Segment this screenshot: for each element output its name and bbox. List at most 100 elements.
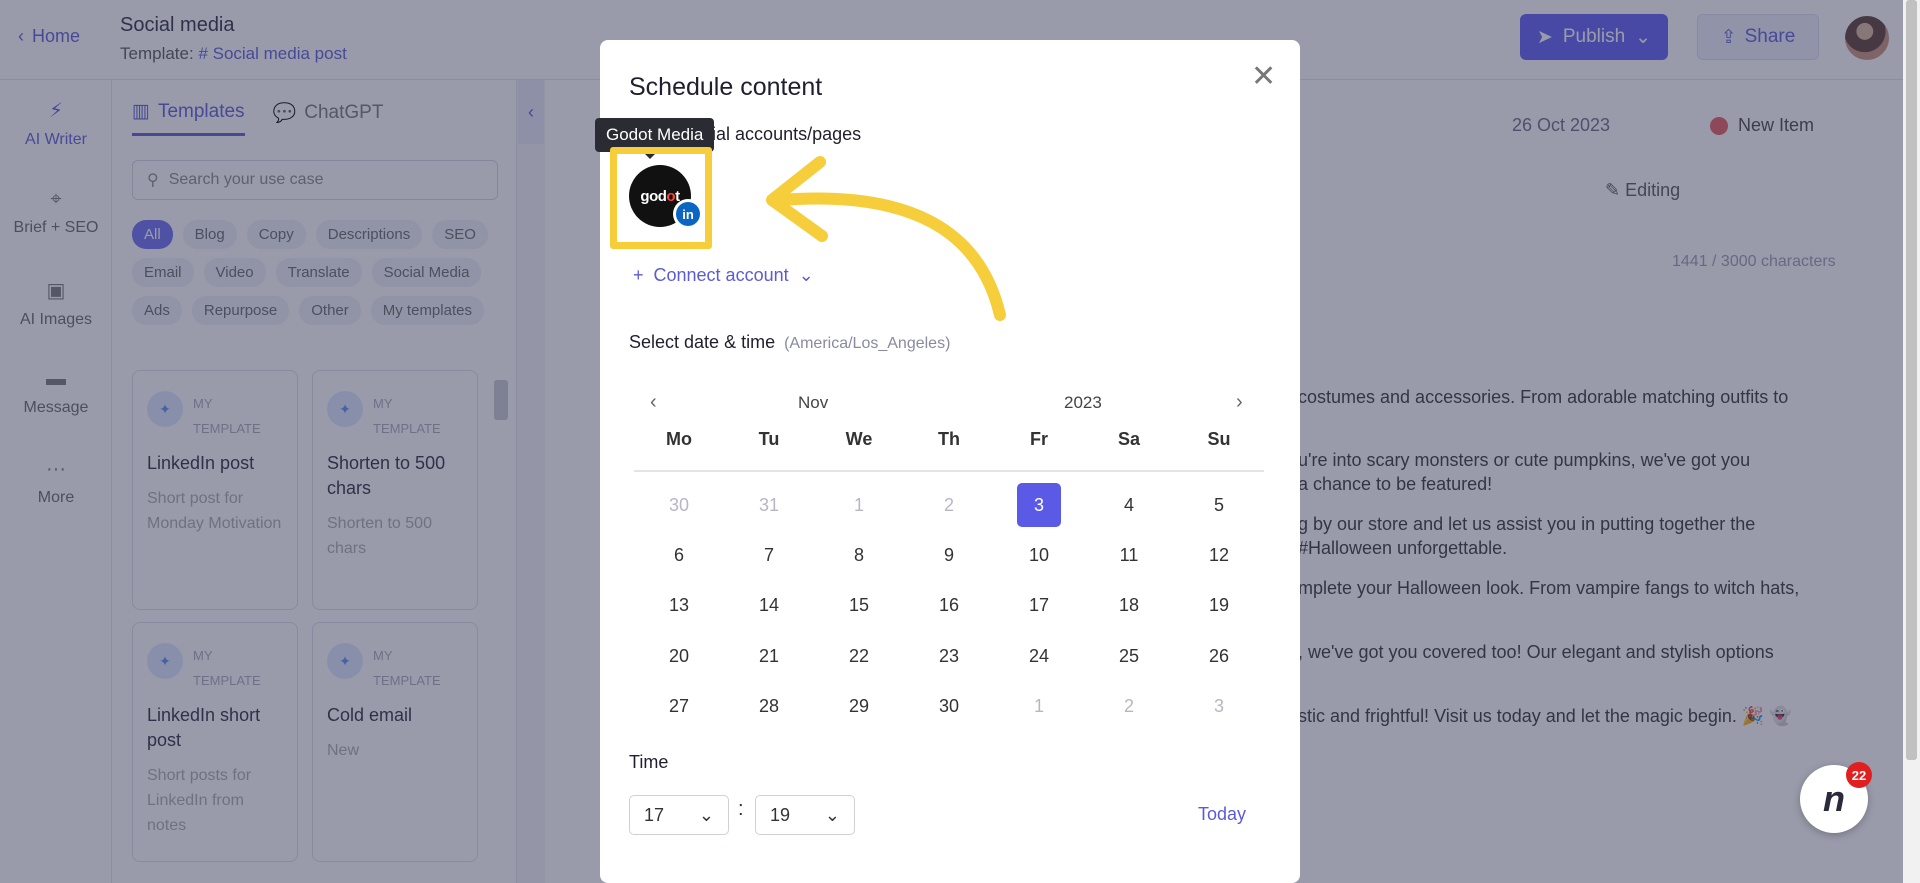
calendar-day[interactable]: 25 [1084,646,1174,667]
calendar-day-number: 13 [668,595,690,616]
calendar-week: 30 31 1 2 3 4 5 [634,480,1264,530]
calendar-day-number: 10 [1028,545,1050,566]
calendar-day-number: 1 [853,494,864,515]
calendar-day-number: 22 [848,645,870,666]
calendar-day[interactable]: 6 [634,545,724,566]
calendar-day[interactable]: 21 [724,646,814,667]
calendar-day[interactable]: 7 [724,545,814,566]
calendar-day[interactable]: 8 [814,545,904,566]
scrollbar-thumb[interactable] [1906,0,1917,760]
linkedin-badge: in [673,199,703,229]
calendar-day-number: 29 [848,696,870,717]
calendar-day[interactable]: 5 [1174,495,1264,516]
calendar-day[interactable]: 19 [1174,595,1264,616]
calendar-day[interactable]: 18 [1084,595,1174,616]
calendar-month[interactable]: Nov [798,393,828,413]
calendar-day[interactable]: 16 [904,595,994,616]
calendar-day-number: 27 [668,696,690,717]
minute-value: 19 [770,804,791,825]
calendar-day[interactable]: 30 [904,696,994,717]
calendar-day[interactable]: 28 [724,696,814,717]
calendar-year[interactable]: 2023 [1064,393,1102,413]
calendar-week: 13 14 15 16 17 18 19 [634,581,1264,631]
timezone-label: (America/Los_Angeles) [784,335,951,352]
calendar-day-number: 21 [758,645,780,666]
calendar-day-number: 2 [1123,696,1134,717]
close-icon[interactable]: ✕ [1251,62,1276,92]
calendar-day[interactable]: 15 [814,595,904,616]
calendar-day[interactable]: 17 [994,595,1084,616]
calendar-day[interactable]: 14 [724,595,814,616]
calendar-day-number: 9 [943,545,954,566]
today-button[interactable]: Today [1198,804,1246,825]
calendar-day-number: 14 [758,595,780,616]
calendar-day-number: 3 [1017,483,1061,528]
calendar-day-number: 19 [1208,595,1230,616]
calendar-day-number: 25 [1118,645,1140,666]
calendar-week: 27 28 29 30 1 2 3 [634,682,1264,732]
prev-month-button[interactable]: ‹ [650,391,657,414]
calendar-day[interactable]: 20 [634,646,724,667]
page-scrollbar[interactable] [1903,0,1920,883]
calendar-day-number: 30 [668,494,690,515]
calendar-day-number: 4 [1123,494,1134,515]
calendar-day[interactable]: 24 [994,646,1084,667]
calendar-day-number: 11 [1119,545,1139,566]
date-time-label: Select date & time (America/Los_Angeles) [629,332,951,352]
calendar-day[interactable]: 30 [634,495,724,516]
calendar-day-number: 5 [1213,494,1224,515]
calendar-day[interactable]: 26 [1174,646,1264,667]
annotation-arrow-icon [766,156,1006,321]
notification-badge: 22 [1846,762,1872,788]
calendar-day[interactable]: 13 [634,595,724,616]
calendar-day-number: 15 [848,595,870,616]
calendar-day[interactable]: 22 [814,646,904,667]
plus-icon: + [633,265,644,285]
calendar-day[interactable]: 2 [1084,696,1174,717]
account-logo: godot [640,187,680,205]
calendar-day-number: 23 [938,645,960,666]
weekday-label: Tu [758,429,780,449]
calendar-day[interactable]: 1 [814,495,904,516]
calendar-day[interactable]: 23 [904,646,994,667]
calendar-day[interactable]: 2 [904,495,994,516]
calendar-day[interactable]: 29 [814,696,904,717]
calendar-day[interactable]: 27 [634,696,724,717]
calendar-day[interactable]: 31 [724,495,814,516]
minute-select[interactable]: 19 ⌄ [755,795,855,835]
calendar-grid: 30 31 1 2 3 4 5 6 7 8 9 10 11 12 13 14 15 16 17 18 19 20 21 22 2… [634,480,1264,732]
calendar-day-number: 2 [943,494,954,515]
chevron-down-icon: ⌄ [824,804,840,825]
weekday-label: We [845,429,873,449]
schedule-content-modal: Schedule content ✕ Select social account… [595,40,1300,883]
calendar-day[interactable]: 3 [1174,696,1264,717]
calendar-day[interactable]: 9 [904,545,994,566]
calendar-day[interactable]: 11 [1084,545,1174,566]
calendar-day[interactable]: 10 [994,545,1084,566]
calendar-day-number: 6 [673,545,684,566]
calendar-day-number: 31 [758,494,780,515]
calendar-day-selected[interactable]: 3 [994,483,1084,528]
next-month-button[interactable]: › [1236,391,1243,414]
weekday-label: Th [938,429,960,449]
account-godot-media[interactable]: godot in [629,165,703,229]
calendar-day-number: 18 [1118,595,1140,616]
calendar-day-number: 7 [763,545,774,566]
calendar-week: 20 21 22 23 24 25 26 [634,631,1264,681]
calendar-day-number: 8 [853,545,864,566]
modal-title: Schedule content [629,73,823,101]
calendar-weekdays: Mo Tu We Th Fr Sa Su [634,429,1264,450]
calendar-day-number: 17 [1028,595,1050,616]
calendar-day[interactable]: 4 [1084,495,1174,516]
calendar-day-number: 12 [1208,545,1230,566]
time-label: Time [629,752,669,772]
calendar-day-number: 3 [1213,696,1224,717]
calendar-day-number: 16 [938,595,960,616]
calendar-day-number: 28 [758,696,780,717]
calendar-day[interactable]: 1 [994,696,1084,717]
hour-select[interactable]: 17 ⌄ [629,795,729,835]
calendar-day-number: 26 [1208,645,1230,666]
time-separator: : [738,798,744,820]
calendar-day-number: 20 [668,645,690,666]
calendar-day[interactable]: 12 [1174,545,1264,566]
